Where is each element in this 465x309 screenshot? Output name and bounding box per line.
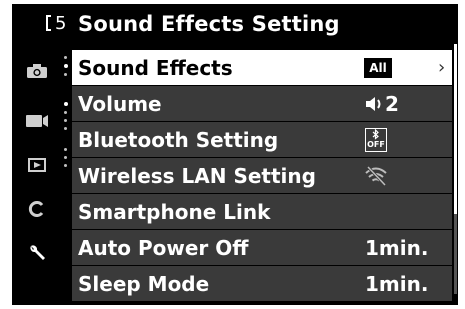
sound-effects-value-badge: All	[364, 58, 392, 78]
page-number: 5	[55, 13, 67, 34]
menu-item-auto-power-off[interactable]: Auto Power Off 1min.	[72, 230, 452, 266]
custom-c-icon[interactable]	[22, 196, 52, 222]
sleep-mode-value: 1min.	[365, 272, 429, 296]
chevron-right-icon: ›	[438, 57, 446, 78]
video-camera-icon[interactable]	[22, 108, 52, 134]
camera-icon[interactable]	[22, 58, 52, 84]
page-indicator: 5	[46, 13, 68, 35]
menu-item-smartphone-link[interactable]: Smartphone Link	[72, 194, 452, 230]
menu-item-label: Sound Effects	[78, 56, 233, 80]
menu-scrollbar[interactable]	[454, 44, 457, 294]
menu-item-sleep-mode[interactable]: Sleep Mode 1min.	[72, 266, 452, 302]
menu-item-label: Auto Power Off	[78, 236, 249, 260]
menu-item-label: Smartphone Link	[78, 200, 271, 224]
speaker-icon	[366, 97, 381, 111]
page-dots-camera	[64, 56, 68, 81]
playback-icon[interactable]	[22, 152, 52, 178]
bluetooth-status: OFF	[365, 128, 387, 152]
menu-item-label: Bluetooth Setting	[78, 128, 279, 152]
menu-item-label: Volume	[78, 92, 162, 116]
page-dots-video	[64, 102, 68, 135]
page-bracket-icon	[46, 15, 51, 31]
auto-power-off-value: 1min.	[365, 236, 429, 260]
bluetooth-icon	[372, 129, 379, 140]
menu-item-label: Wireless LAN Setting	[78, 164, 316, 188]
menu-item-bluetooth-setting[interactable]: Bluetooth Setting OFF	[72, 122, 452, 158]
menu-item-wireless-lan-setting[interactable]: Wireless LAN Setting	[72, 158, 452, 194]
menu-item-sound-effects[interactable]: Sound Effects All ›	[72, 50, 452, 86]
page-dots-playback	[64, 148, 68, 172]
menu-header: 5 Sound Effects Setting	[12, 4, 458, 44]
wifi-off-icon	[365, 165, 387, 187]
camera-menu-screen: 5 Sound Effects Setting Sound Effects Al…	[12, 4, 458, 305]
wrench-icon[interactable]	[22, 240, 52, 266]
page-title: Sound Effects Setting	[78, 12, 340, 36]
menu-category-sidebar	[12, 44, 72, 305]
settings-menu-list: Sound Effects All › Volume 2 Bluetooth S…	[72, 44, 452, 305]
bluetooth-off-label: OFF	[367, 140, 385, 149]
menu-item-label: Sleep Mode	[78, 272, 210, 296]
menu-item-volume[interactable]: Volume 2	[72, 86, 452, 122]
volume-value: 2	[365, 91, 399, 117]
scrollbar-thumb[interactable]	[454, 44, 457, 214]
